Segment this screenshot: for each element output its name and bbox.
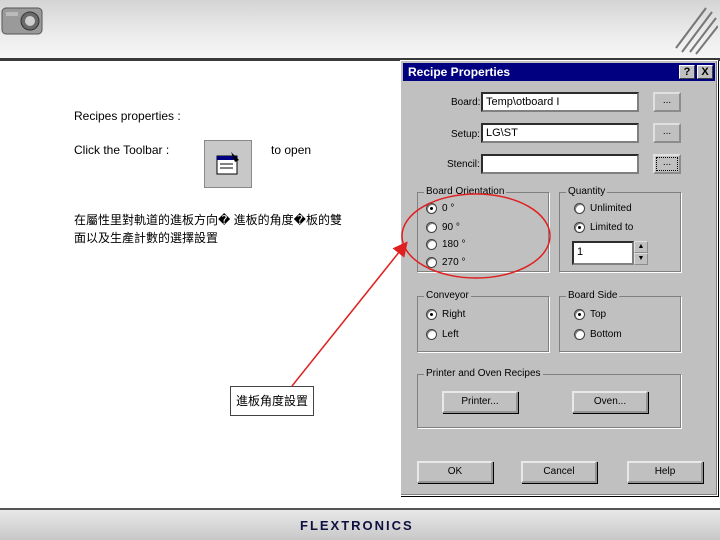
spin-up-icon[interactable]: ▲	[634, 241, 648, 253]
instruction-prefix: Click the Toolbar :	[74, 143, 170, 157]
dialog-title: Recipe Properties	[408, 65, 511, 79]
board-orientation-title: Board Orientation	[424, 186, 507, 198]
projector-icon	[1, 7, 43, 35]
stencil-field[interactable]	[481, 154, 639, 174]
oven-button[interactable]: Oven...	[572, 391, 648, 413]
callout-label: 進板角度設置	[230, 386, 314, 416]
quantity-group: Quantity Unlimited Limited to 1 ▲ ▼	[559, 186, 681, 272]
help-icon[interactable]: ?	[679, 65, 695, 79]
brand-logo: FLEXTRONICS	[300, 518, 414, 533]
dialog-titlebar[interactable]: Recipe Properties ? X	[403, 63, 715, 81]
board-side-group: Board Side Top Bottom	[559, 290, 681, 352]
intro-text: Recipes properties :	[74, 109, 181, 123]
pattern-icon	[675, 7, 718, 55]
help-button[interactable]: Help	[627, 461, 703, 483]
recipe-properties-dialog: Recipe Properties ? X Board: Temp\otboar…	[400, 60, 718, 496]
quantity-title: Quantity	[566, 186, 608, 198]
slide-header	[0, 0, 720, 58]
orientation-0-radio[interactable]: 0 °	[426, 203, 454, 215]
setup-browse-button[interactable]: ...	[653, 123, 681, 143]
ok-button[interactable]: OK	[417, 461, 493, 483]
instruction-suffix: to open	[271, 143, 312, 157]
quantity-stepper[interactable]: 1	[572, 241, 634, 265]
cancel-button[interactable]: Cancel	[521, 461, 597, 483]
recipe-properties-icon	[216, 152, 239, 175]
spin-down-icon[interactable]: ▼	[634, 253, 648, 265]
stencil-label: Stencil:	[447, 159, 480, 170]
annotation-arrow	[291, 241, 408, 387]
board-label: Board:	[451, 97, 481, 108]
orientation-90-radio[interactable]: 90 °	[426, 222, 460, 234]
printer-button[interactable]: Printer...	[442, 391, 518, 413]
board-side-top-radio[interactable]: Top	[574, 309, 606, 321]
conveyor-left-radio[interactable]: Left	[426, 329, 459, 341]
quantity-limited-radio[interactable]: Limited to	[574, 222, 633, 234]
orientation-180-radio[interactable]: 180 °	[426, 239, 465, 251]
board-side-title: Board Side	[566, 290, 620, 302]
conveyor-group: Conveyor Right Left	[417, 290, 549, 352]
quantity-unlimited-radio[interactable]: Unlimited	[574, 203, 632, 215]
board-orientation-group: Board Orientation 0 ° 90 ° 180 ° 270 °	[417, 186, 549, 272]
board-browse-button[interactable]: ...	[653, 92, 681, 112]
conveyor-title: Conveyor	[424, 290, 471, 302]
printer-oven-group: Printer and Oven Recipes Printer... Oven…	[417, 368, 681, 428]
setup-field[interactable]: LG\ST	[481, 123, 639, 143]
conveyor-right-radio[interactable]: Right	[426, 309, 465, 321]
board-side-bottom-radio[interactable]: Bottom	[574, 329, 622, 341]
setup-label: Setup:	[451, 129, 480, 140]
chinese-description: 在屬性里對軌道的進板方向� 進板的角度�板的雙面以及生產計數的選擇設置	[74, 213, 342, 245]
printer-oven-title: Printer and Oven Recipes	[424, 368, 543, 380]
board-field[interactable]: Temp\otboard I	[481, 92, 639, 112]
stencil-browse-button[interactable]: ...	[653, 154, 681, 174]
recipe-properties-toolbar-button[interactable]	[204, 140, 252, 188]
close-icon[interactable]: X	[697, 65, 713, 79]
orientation-270-radio[interactable]: 270 °	[426, 257, 465, 269]
